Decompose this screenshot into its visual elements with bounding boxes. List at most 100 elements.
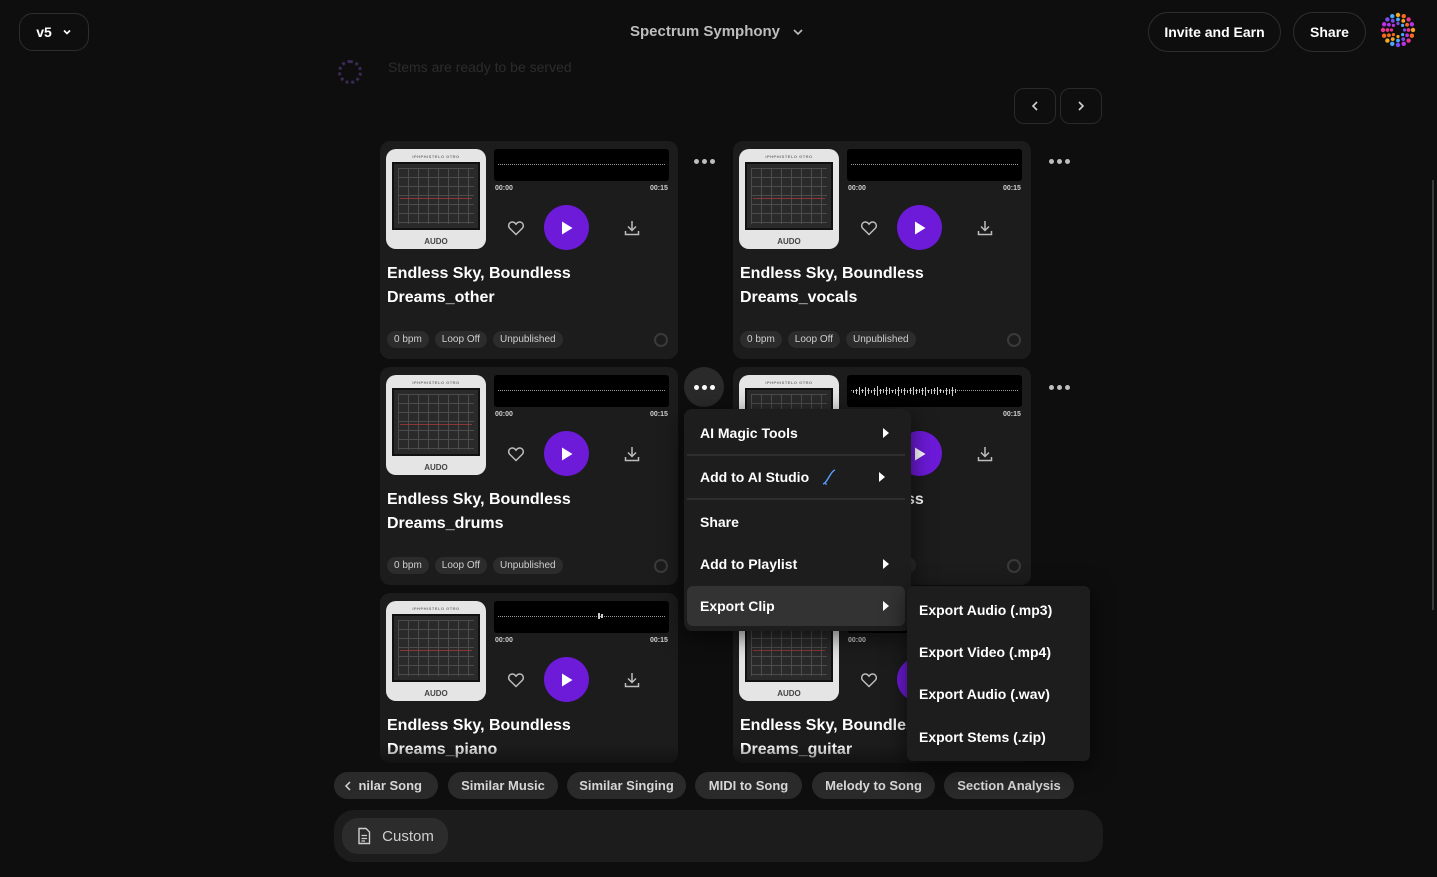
invite-and-earn-button[interactable]: Invite and Earn: [1148, 12, 1281, 52]
custom-mode-label: Custom: [382, 827, 434, 845]
card-title[interactable]: Endless Sky, Boundless Dreams_other: [387, 262, 617, 310]
submenu-arrow-icon: [883, 428, 889, 438]
heart-icon[interactable]: [507, 219, 525, 237]
stem-card[interactable]: IPHPHISTELO GTRO AUDO 00:00 00:15 Endles…: [380, 593, 678, 763]
chevron-left-icon: [1031, 101, 1038, 111]
play-button[interactable]: [544, 657, 589, 702]
download-icon[interactable]: [976, 445, 994, 463]
cover-brand-bottom: AUDO: [424, 463, 448, 472]
previous-button[interactable]: [1014, 88, 1056, 124]
menu-item-add-to-playlist[interactable]: Add to Playlist: [687, 544, 905, 584]
waveform[interactable]: [494, 149, 669, 181]
card-tags: 0 bpm Loop Off Unpublished: [387, 331, 563, 348]
stem-card[interactable]: IPHPHISTELO GTRO AUDO 00:00 00:15 Endles…: [380, 367, 678, 585]
scrollbar[interactable]: [1432, 180, 1434, 610]
cover-screen: [392, 614, 480, 682]
export-audio-wav[interactable]: Export Audio (.wav): [919, 686, 1050, 702]
loading-spinner-icon: [654, 559, 668, 573]
cover-art[interactable]: IPHPHISTELO GTRO AUDO: [739, 149, 839, 249]
status-badge: Unpublished: [492, 331, 563, 348]
chip-midi-to-song[interactable]: MIDI to Song: [695, 772, 802, 799]
waveform[interactable]: [847, 149, 1022, 181]
time-start: 00:00: [495, 411, 513, 418]
share-button[interactable]: Share: [1293, 12, 1366, 52]
export-video-mp4[interactable]: Export Video (.mp4): [919, 644, 1051, 660]
waveform-bars: [853, 384, 956, 398]
chip-similar-music[interactable]: Similar Music: [448, 772, 558, 799]
download-icon[interactable]: [976, 219, 994, 237]
time-start: 00:00: [848, 637, 866, 644]
more-options-button[interactable]: [1039, 141, 1079, 181]
more-icon: [693, 384, 699, 390]
play-icon: [561, 221, 572, 234]
project-title-dropdown[interactable]: Spectrum Symphony: [630, 23, 804, 40]
loop-tag[interactable]: Loop Off: [787, 331, 840, 348]
menu-item-add-to-ai-studio[interactable]: Add to AI Studio: [687, 457, 905, 497]
cover-brand-top: IPHPHISTELO GTRO: [412, 606, 460, 611]
chip-similar-singing[interactable]: Similar Singing: [567, 772, 686, 799]
version-label: v5: [36, 24, 52, 40]
card-title[interactable]: Endless Sky, Boundless Dreams_vocals: [740, 262, 970, 310]
play-button[interactable]: [544, 431, 589, 476]
chip-section-analysis[interactable]: Section Analysis: [944, 772, 1074, 799]
more-options-button[interactable]: [684, 141, 724, 181]
download-icon[interactable]: [623, 445, 641, 463]
download-icon[interactable]: [623, 671, 641, 689]
time-end: 00:15: [1003, 411, 1021, 418]
menu-item-share[interactable]: Share: [687, 502, 905, 542]
waveform[interactable]: [494, 375, 669, 407]
chevron-left-icon[interactable]: [334, 772, 362, 799]
menu-item-label: AI Magic Tools: [700, 425, 798, 441]
custom-mode-button[interactable]: Custom: [342, 818, 448, 854]
studio-wave-icon: [822, 469, 836, 485]
chip-melody-to-song[interactable]: Melody to Song: [812, 772, 935, 799]
play-icon: [561, 673, 572, 686]
card-title[interactable]: Endless Sky, Boundless Dreams_drums: [387, 488, 617, 536]
cover-screen: [392, 162, 480, 230]
waveform-line: [498, 616, 665, 617]
project-title: Spectrum Symphony: [630, 23, 781, 40]
stem-card[interactable]: IPHPHISTELO GTRO AUDO 00:00 00:15 Endles…: [733, 141, 1031, 359]
more-icon: [1048, 384, 1054, 390]
loop-tag[interactable]: Loop Off: [434, 331, 487, 348]
menu-item-ai-magic-tools[interactable]: AI Magic Tools: [687, 413, 905, 453]
cover-screen: [392, 388, 480, 456]
time-end: 00:15: [650, 637, 668, 644]
heart-icon[interactable]: [507, 445, 525, 463]
menu-item-export-clip[interactable]: Export Clip: [687, 586, 905, 626]
heart-icon[interactable]: [860, 671, 878, 689]
download-icon[interactable]: [623, 219, 641, 237]
heart-icon[interactable]: [507, 671, 525, 689]
play-icon: [561, 447, 572, 460]
submenu-arrow-icon: [879, 472, 885, 482]
menu-divider: [687, 498, 905, 500]
heart-icon[interactable]: [860, 219, 878, 237]
bpm-tag: 0 bpm: [387, 557, 429, 574]
prompt-composer: Custom: [334, 810, 1103, 862]
waveform-peak: [598, 613, 600, 619]
loading-spinner-icon: [1007, 333, 1021, 347]
export-audio-mp3[interactable]: Export Audio (.mp3): [919, 602, 1052, 618]
waveform[interactable]: [847, 375, 1022, 407]
waveform[interactable]: [494, 601, 669, 633]
bpm-tag: 0 bpm: [387, 331, 429, 348]
more-options-button[interactable]: [684, 367, 724, 407]
status-badge: Unpublished: [492, 557, 563, 574]
cover-brand-bottom: AUDO: [777, 689, 801, 698]
more-icon: [1048, 158, 1054, 164]
cover-art[interactable]: IPHPHISTELO GTRO AUDO: [386, 149, 486, 249]
play-button[interactable]: [897, 205, 942, 250]
version-selector[interactable]: v5: [19, 13, 89, 51]
cover-art[interactable]: IPHPHISTELO GTRO AUDO: [386, 375, 486, 475]
stem-card[interactable]: IPHPHISTELO GTRO AUDO 00:00 00:15 Endles…: [380, 141, 678, 359]
next-button[interactable]: [1060, 88, 1102, 124]
cover-brand-top: IPHPHISTELO GTRO: [412, 154, 460, 159]
cover-art[interactable]: IPHPHISTELO GTRO AUDO: [386, 601, 486, 701]
loop-tag[interactable]: Loop Off: [434, 557, 487, 574]
play-button[interactable]: [544, 205, 589, 250]
more-options-button[interactable]: [1039, 367, 1079, 407]
export-stems-zip[interactable]: Export Stems (.zip): [919, 729, 1046, 745]
assistant-logo-icon: [338, 60, 362, 84]
avatar[interactable]: [1380, 12, 1416, 48]
status-badge: Unpublished: [845, 331, 916, 348]
